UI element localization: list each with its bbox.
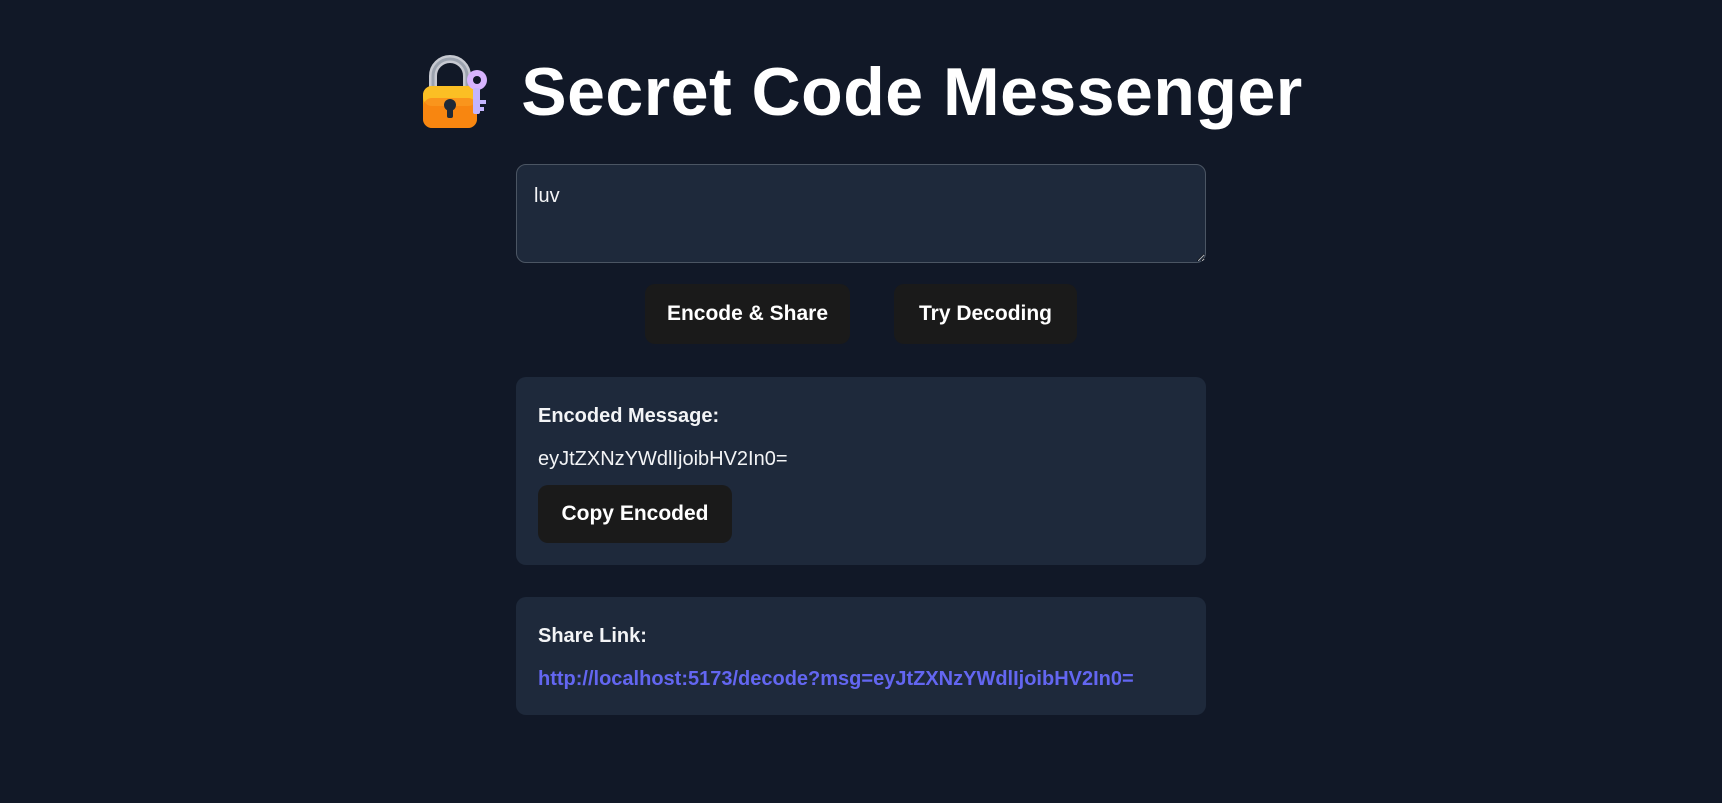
page-header: Secret Code Messenger [0, 54, 1722, 130]
share-link-card: Share Link: http://localhost:5173/decode… [516, 597, 1206, 715]
message-input[interactable]: luv [516, 164, 1206, 263]
encoded-message-card: Encoded Message: eyJtZXNzYWdlIjoibHV2In0… [516, 377, 1206, 565]
share-link-label: Share Link: [538, 625, 647, 647]
copy-encoded-button[interactable]: Copy Encoded [538, 485, 732, 543]
try-decoding-button[interactable]: Try Decoding [894, 284, 1077, 344]
encode-share-button[interactable]: Encode & Share [645, 284, 850, 344]
encoded-message-label: Encoded Message: [538, 405, 720, 427]
page-title: Secret Code Messenger [521, 54, 1303, 130]
share-link[interactable]: http://localhost:5173/decode?msg=eyJtZXN… [538, 668, 1134, 691]
encoded-message-value: eyJtZXNzYWdlIjoibHV2In0= [538, 448, 788, 470]
lock-with-key-icon [423, 55, 488, 128]
